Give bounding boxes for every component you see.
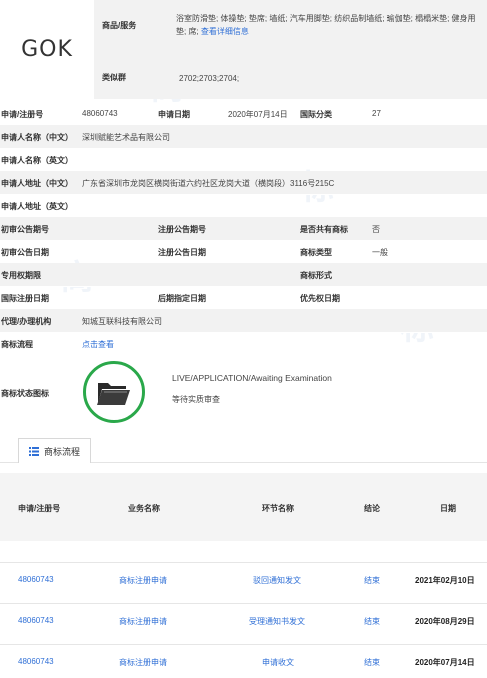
logo-text: GOK <box>21 37 73 62</box>
goods-label: 商品/服务 <box>102 21 137 30</box>
status-icon-label: 商标状态图标 <box>1 389 49 398</box>
tm-form-label: 商标形式 <box>300 271 332 280</box>
col-business: 业务名称 <box>128 504 160 513</box>
reg-pub-no-label: 注册公告期号 <box>158 225 206 234</box>
address-en-label: 申请人地址（英文） <box>1 202 73 211</box>
col-result: 结论 <box>364 504 380 513</box>
applicant-cn-value: 深圳赋能艺术品有限公司 <box>82 133 170 142</box>
flow-tab-bar: 商标流程 <box>0 432 487 463</box>
apply-date-label: 申请日期 <box>158 110 190 119</box>
shared-value: 否 <box>372 225 380 234</box>
col-reg-no: 申请/注册号 <box>18 504 61 513</box>
flow-table-header: 申请/注册号 业务名称 环节名称 结论 日期 <box>0 473 487 541</box>
address-cn-label: 申请人地址（中文） <box>1 179 73 188</box>
row-date: 2021年02月10日 <box>415 576 475 585</box>
row-date: 2020年07月14日 <box>415 658 475 667</box>
folder-icon <box>97 383 130 405</box>
info-row-pub-date: 初审公告日期 注册公告日期 商标类型 一般 <box>0 240 487 264</box>
status-text: LIVE/APPLICATION/Awaiting Examination <box>172 373 332 383</box>
row-business[interactable]: 商标注册申请 <box>119 616 167 627</box>
table-row: 48060743 商标注册申请 驳回通知发文 结束 2021年02月10日 <box>0 562 487 596</box>
shared-label: 是否共有商标 <box>300 225 348 234</box>
row-date: 2020年08月29日 <box>415 617 475 626</box>
reg-pub-date-label: 注册公告日期 <box>158 248 206 257</box>
row-business[interactable]: 商标注册申请 <box>119 575 167 586</box>
trademark-logo: GOK <box>0 0 94 99</box>
row-step[interactable]: 申请收文 <box>262 657 294 668</box>
info-row-exclusive: 专用权期限 商标形式 <box>0 263 487 287</box>
reg-no-value: 48060743 <box>82 109 118 118</box>
process-view-link[interactable]: 点击查看 <box>82 339 114 350</box>
row-business[interactable]: 商标注册申请 <box>119 657 167 668</box>
tab-label: 商标流程 <box>44 446 81 457</box>
status-text-cn: 等待实质审查 <box>172 395 220 404</box>
info-row-pub-no: 初审公告期号 注册公告期号 是否共有商标 否 <box>0 217 487 241</box>
tm-type-value: 一般 <box>372 248 388 257</box>
applicant-cn-label: 申请人名称（中文） <box>1 133 73 142</box>
info-row-address-cn: 申请人地址（中文） 广东省深圳市龙岗区横岗街道六约社区龙岗大道（横岗段）3116… <box>0 171 487 195</box>
intl-reg-date-label: 国际注册日期 <box>1 294 49 303</box>
row-result[interactable]: 结束 <box>364 657 380 668</box>
goods-value: 浴室防滑垫; 体操垫; 垫席; 墙纸; 汽车用脚垫; 纺织品制墙纸; 瑜伽垫; … <box>176 12 482 38</box>
applicant-en-label: 申请人名称（英文） <box>1 156 73 165</box>
status-row: 商标状态图标 LIVE/APPLICATION/Awaiting Examina… <box>0 352 487 431</box>
apply-date-value: 2020年07月14日 <box>228 110 288 119</box>
row-reg-no[interactable]: 48060743 <box>18 657 54 666</box>
status-icon <box>83 361 145 423</box>
similar-group-label: 类似群 <box>102 73 126 82</box>
col-date: 日期 <box>440 504 456 513</box>
intl-class-value: 27 <box>372 109 381 118</box>
col-step: 环节名称 <box>262 504 294 513</box>
prelim-pub-date-label: 初审公告日期 <box>1 248 49 257</box>
table-row: 48060743 商标注册申请 受理通知书发文 结束 2020年08月29日 <box>0 603 487 637</box>
view-details-link[interactable]: 查看详细信息 <box>201 27 249 36</box>
row-result[interactable]: 结束 <box>364 575 380 586</box>
row-result[interactable]: 结束 <box>364 616 380 627</box>
address-cn-value: 广东省深圳市龙岗区横岗街道六约社区龙岗大道（横岗段）3116号215C <box>82 179 335 188</box>
info-row-address-en: 申请人地址（英文） <box>0 194 487 218</box>
priority-date-label: 优先权日期 <box>300 294 340 303</box>
tm-type-label: 商标类型 <box>300 248 332 257</box>
prelim-pub-no-label: 初审公告期号 <box>1 225 49 234</box>
agent-label: 代理/办理机构 <box>1 317 52 326</box>
list-icon <box>29 446 39 456</box>
similar-group-value: 2702;2703;2704; <box>179 74 240 83</box>
row-step[interactable]: 受理通知书发文 <box>249 616 305 627</box>
row-reg-no[interactable]: 48060743 <box>18 575 54 584</box>
info-row-reg: 申请/注册号 48060743 申请日期 2020年07月14日 国际分类 27 <box>0 102 487 126</box>
row-step[interactable]: 驳回通知发文 <box>253 575 301 586</box>
info-row-agent: 代理/办理机构 知城互联科技有限公司 <box>0 309 487 333</box>
header-info: 商品/服务 浴室防滑垫; 体操垫; 垫席; 墙纸; 汽车用脚垫; 纺织品制墙纸;… <box>94 0 487 99</box>
table-row: 48060743 商标注册申请 申请收文 结束 2020年07月14日 <box>0 644 487 678</box>
tab-trademark-flow[interactable]: 商标流程 <box>18 438 92 463</box>
trademark-header: GOK 商品/服务 浴室防滑垫; 体操垫; 垫席; 墙纸; 汽车用脚垫; 纺织品… <box>0 0 487 99</box>
info-row-applicant-cn: 申请人名称（中文） 深圳赋能艺术品有限公司 <box>0 125 487 149</box>
row-reg-no[interactable]: 48060743 <box>18 616 54 625</box>
intl-class-label: 国际分类 <box>300 110 332 119</box>
info-row-applicant-en: 申请人名称（英文） <box>0 148 487 172</box>
reg-no-label: 申请/注册号 <box>1 110 44 119</box>
info-row-dates: 国际注册日期 后期指定日期 优先权日期 <box>0 286 487 310</box>
agent-value: 知城互联科技有限公司 <box>82 317 162 326</box>
later-date-label: 后期指定日期 <box>158 294 206 303</box>
exclusive-period-label: 专用权期限 <box>1 271 41 280</box>
process-label: 商标流程 <box>1 340 33 349</box>
